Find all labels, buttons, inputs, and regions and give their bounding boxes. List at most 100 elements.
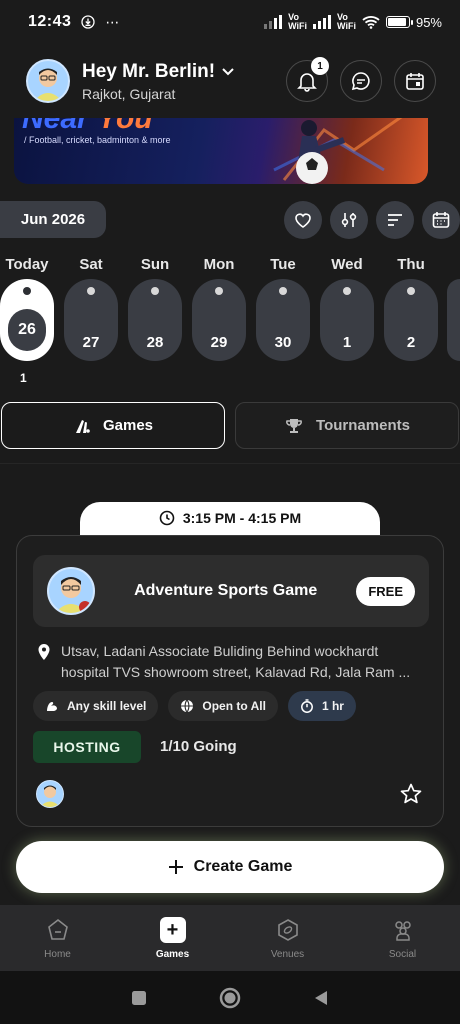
- signal-icon-2: [313, 15, 332, 29]
- address-line-2: hospital TVS showroom street, Kalavad Rd…: [61, 664, 411, 680]
- vowifi-label: Vo WiFi: [288, 12, 308, 31]
- sliders-icon: [341, 213, 357, 227]
- day-name: Sun: [140, 256, 170, 273]
- sort-icon: [388, 214, 402, 226]
- create-game-button[interactable]: Create Game: [16, 841, 444, 893]
- game-card[interactable]: Adventure Sports Game FREE Utsav, Ladani…: [16, 535, 444, 827]
- nav-social[interactable]: Social: [345, 905, 460, 971]
- promo-banner[interactable]: Near You / Football, cricket, badminton …: [14, 110, 428, 184]
- location-pin-icon: [38, 644, 50, 660]
- banner-subtitle: / Football, cricket, badminton & more: [24, 135, 171, 145]
- cricket-icon: [75, 419, 90, 433]
- calendar-button[interactable]: [394, 60, 436, 102]
- tab-games[interactable]: Games: [1, 402, 225, 449]
- star-icon: [400, 783, 422, 804]
- chevron-down-icon[interactable]: [221, 67, 235, 77]
- date-thu[interactable]: Thu 2: [384, 256, 438, 361]
- filter-row: Jun 2026: [0, 200, 460, 240]
- stopwatch-icon: [301, 699, 313, 713]
- flex-arm-icon: [47, 702, 57, 711]
- date-number: 27: [82, 334, 100, 351]
- user-avatar[interactable]: [26, 59, 70, 103]
- notification-badge: 1: [311, 57, 329, 75]
- going-count: 1/10 Going: [160, 738, 237, 755]
- date-number: 28: [146, 334, 164, 351]
- globe-icon: [181, 699, 194, 713]
- day-name: Sat: [79, 256, 103, 273]
- duration-chip: 1 hr: [287, 691, 356, 721]
- date-number: 30: [274, 334, 292, 351]
- calendar-grid-icon: [432, 212, 450, 228]
- status-more-icon: ⋯: [105, 13, 120, 30]
- date-number: 2: [406, 334, 416, 351]
- date-tue[interactable]: Tue 30: [256, 256, 310, 361]
- favorites-button[interactable]: [284, 201, 322, 239]
- battery-icon: [385, 16, 413, 28]
- greeting-text[interactable]: Hey Mr. Berlin!: [82, 61, 215, 83]
- day-name: Thu: [397, 256, 425, 273]
- game-address: Utsav, Ladani Associate Buliding Behind …: [37, 641, 433, 683]
- sort-button[interactable]: [376, 201, 414, 239]
- address-line-1: Utsav, Ladani Associate Buliding Behind …: [61, 643, 379, 659]
- date-wed[interactable]: Wed 1: [320, 256, 374, 361]
- month-selector[interactable]: Jun 2026: [0, 201, 106, 238]
- tab-games-label: Games: [102, 417, 154, 434]
- recent-apps-icon[interactable]: [130, 989, 148, 1007]
- filter-button[interactable]: [330, 201, 368, 239]
- home-icon: [47, 918, 68, 940]
- battery-percent: 95%: [415, 14, 442, 30]
- download-icon: [81, 15, 96, 29]
- create-game-label: Create Game: [193, 858, 293, 875]
- notification-button[interactable]: 1: [286, 57, 329, 102]
- date-next-partial[interactable]: [447, 279, 460, 361]
- game-title: Adventure Sports Game: [134, 582, 318, 599]
- system-nav-bar: [0, 971, 460, 1024]
- skill-chip: Any skill level: [33, 691, 159, 721]
- nav-venues[interactable]: Venues: [230, 905, 345, 971]
- venue-icon: [277, 918, 298, 941]
- today-game-count: 1: [20, 371, 27, 385]
- event-dot: [23, 287, 31, 295]
- divider: [0, 463, 460, 464]
- day-name: Today: [5, 256, 49, 273]
- signal-icon: [264, 15, 283, 29]
- nav-home[interactable]: Home: [0, 905, 115, 971]
- date-sun[interactable]: Sun 28: [128, 256, 182, 361]
- games-plus-icon: +: [159, 916, 186, 943]
- date-sat[interactable]: Sat 27: [64, 256, 118, 361]
- favorite-star-button[interactable]: [399, 782, 423, 811]
- game-card-header: Adventure Sports Game FREE: [33, 555, 429, 627]
- event-dot: [215, 287, 223, 295]
- bottom-nav: Home + Games Venues Social: [0, 905, 460, 971]
- date-number: 29: [210, 334, 228, 351]
- calendar-icon: [406, 73, 424, 90]
- date-number: 1: [342, 334, 352, 351]
- game-chips: Any skill level Open to All 1 hr: [33, 691, 356, 721]
- chat-button[interactable]: [340, 60, 382, 102]
- status-bar: 12:43 ⋯ Vo WiFi Vo WiFi 95%: [0, 0, 460, 44]
- day-name: Wed: [331, 256, 363, 273]
- wifi-icon: [362, 16, 380, 29]
- home-circle-icon[interactable]: [218, 986, 242, 1010]
- date-mon[interactable]: Mon 29: [192, 256, 246, 361]
- back-icon[interactable]: [312, 989, 330, 1007]
- status-time: 12:43: [28, 13, 72, 30]
- price-badge: FREE: [356, 576, 415, 606]
- event-dot: [407, 287, 415, 295]
- event-dot: [343, 287, 351, 295]
- hosting-badge: HOSTING: [33, 731, 141, 763]
- app-header: Hey Mr. Berlin! Rajkot, Gujarat 1: [0, 44, 460, 118]
- participant-avatar[interactable]: [36, 780, 64, 808]
- day-name: Tue: [270, 256, 296, 273]
- host-avatar[interactable]: [47, 567, 95, 615]
- date-picker-button[interactable]: [422, 201, 460, 239]
- football-player-image: [273, 113, 405, 184]
- date-today[interactable]: Today 26: [0, 256, 54, 361]
- tab-tournaments[interactable]: Tournaments: [235, 402, 459, 449]
- people-icon: [394, 920, 411, 941]
- access-chip: Open to All: [168, 691, 278, 721]
- tab-tournaments-label: Tournaments: [316, 417, 410, 434]
- event-dot: [279, 287, 287, 295]
- trophy-icon: [286, 418, 302, 433]
- nav-games[interactable]: + Games: [115, 905, 230, 971]
